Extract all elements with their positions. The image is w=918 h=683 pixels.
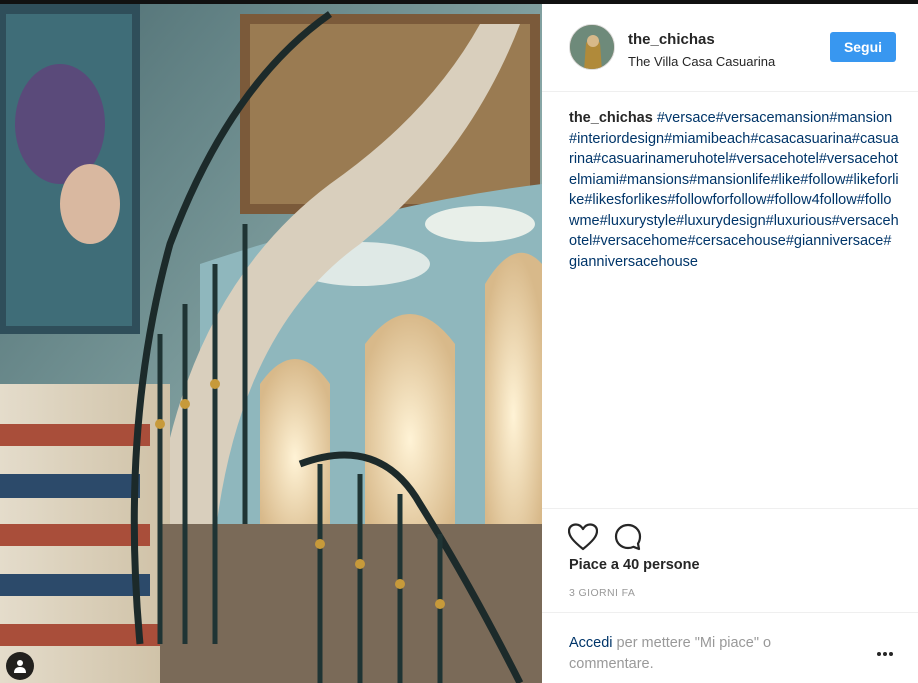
- post-location[interactable]: The Villa Casa Casuarina: [628, 54, 775, 69]
- caption-hashtags[interactable]: #versace#versacemansion#mansion#interior…: [569, 110, 899, 270]
- post-side-panel: the_chichas The Villa Casa Casuarina Seg…: [542, 4, 918, 683]
- person-icon: [14, 660, 26, 673]
- post-timestamp[interactable]: 3 GIORNI FA: [569, 587, 635, 599]
- follow-button[interactable]: Segui: [830, 32, 896, 62]
- post-header: the_chichas The Villa Casa Casuarina Seg…: [542, 4, 918, 92]
- user-tag-button[interactable]: [6, 652, 34, 680]
- post-username[interactable]: the_chichas: [628, 31, 715, 48]
- likes-count[interactable]: Piace a 40 persone: [569, 557, 700, 573]
- speech-bubble-icon[interactable]: [614, 523, 642, 551]
- heart-outline-icon[interactable]: [568, 523, 598, 551]
- post-caption: the_chichas #versace#versacemansion#mans…: [569, 108, 899, 272]
- post-photo[interactable]: [0, 4, 542, 683]
- avatar-image: [570, 25, 614, 69]
- action-bar: [542, 508, 918, 551]
- comment-area: Accedi per mettere "Mi piace" o commenta…: [542, 612, 918, 683]
- login-prompt: Accedi per mettere "Mi piace" o commenta…: [569, 633, 839, 675]
- caption-username[interactable]: the_chichas: [569, 110, 653, 126]
- staircase-image: [0, 4, 542, 683]
- ellipsis-icon[interactable]: [876, 649, 894, 659]
- login-link[interactable]: Accedi: [569, 635, 613, 651]
- avatar[interactable]: [569, 24, 615, 70]
